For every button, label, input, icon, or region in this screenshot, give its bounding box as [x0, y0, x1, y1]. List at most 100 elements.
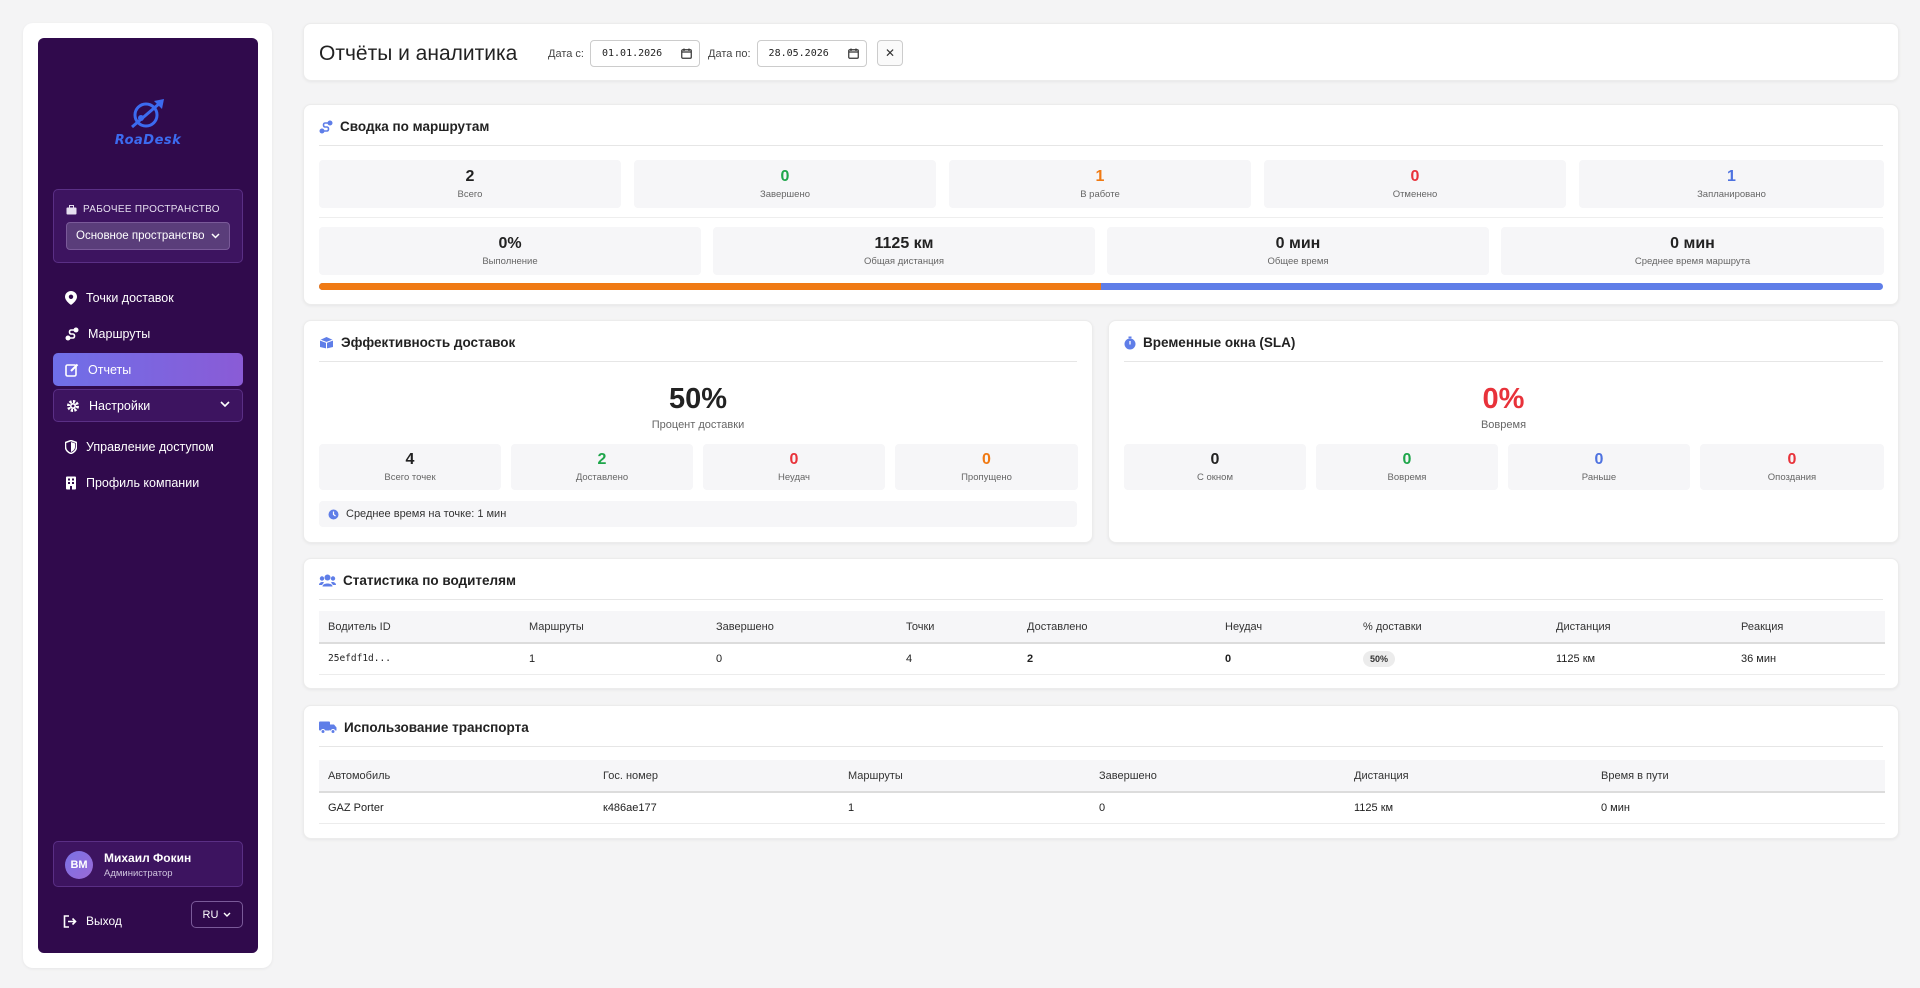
column-header[interactable]: Дистанция: [1345, 760, 1592, 793]
date-from-input[interactable]: 01.01.2026: [589, 40, 700, 67]
sidebar-item-routes[interactable]: Маршруты: [53, 317, 243, 350]
stat-total-points: 4 Всего точек: [319, 444, 501, 490]
stat-delivered: 2 Доставлено: [511, 444, 693, 490]
table-row[interactable]: GAZ Porter к486ае177 1 0 1125 км 0 мин: [319, 792, 1885, 824]
language-select[interactable]: RU: [191, 901, 243, 928]
logout-label: Выход: [86, 914, 122, 928]
calendar-icon: [681, 48, 692, 59]
column-header[interactable]: Водитель ID: [319, 611, 520, 644]
column-header[interactable]: Время в пути: [1592, 760, 1885, 793]
stopwatch-icon: [1124, 336, 1136, 349]
date-to-label: Дата по:: [708, 47, 751, 60]
logo-icon: [131, 99, 164, 129]
logout-button[interactable]: Выход: [63, 914, 122, 928]
column-header[interactable]: Автомобиль: [319, 760, 594, 793]
date-from-value: 01.01.2026: [601, 48, 663, 59]
metric-avg-route-time: 0 мин Среднее время маршрута: [1501, 227, 1884, 275]
user-role: Администратор: [104, 868, 173, 879]
stat-value: 1: [1727, 168, 1736, 185]
sidebar-item-label: Профиль компании: [86, 475, 200, 490]
sidebar-item-delivery-points[interactable]: Точки доставок: [53, 281, 243, 314]
workspace-select[interactable]: Основное пространство: [66, 222, 230, 250]
stat-total-routes: 2 Всего: [319, 160, 621, 208]
table-cell: 1: [520, 643, 707, 675]
metric-label: Выполнение: [482, 256, 538, 267]
sidebar-item-label: Управление доступом: [86, 439, 214, 454]
avg-time-per-point: Среднее время на точке: 1 мин: [319, 501, 1077, 527]
stat-value: 0: [982, 451, 991, 468]
column-header[interactable]: Завершено: [1090, 760, 1345, 793]
sidebar-container: RoaDesk РАБОЧЕЕ ПРОСТРАНСТВО Основное пр…: [23, 23, 272, 968]
table-cell: 1125 км: [1547, 643, 1732, 675]
sidebar-item-company-profile[interactable]: Профиль компании: [53, 466, 243, 499]
transport-usage-title: Использование транспорта: [344, 720, 529, 735]
sidebar-item-access-control[interactable]: Управление доступом: [53, 430, 243, 463]
routes-summary-card: Сводка по маршрутам 2 Всего 0 Завершено …: [303, 104, 1899, 305]
user-card[interactable]: ВМ Михаил Фокин Администратор: [53, 841, 243, 887]
date-to-value: 28.05.2026: [768, 48, 829, 59]
column-header[interactable]: Маршруты: [520, 611, 707, 644]
table-row[interactable]: 25efdf1d... 1 0 4 2 0 50% 1125 км 36 мин: [319, 643, 1885, 675]
column-header[interactable]: Доставлено: [1018, 611, 1216, 644]
box-open-icon: [319, 337, 334, 349]
driver-stats-table: Водитель ID Маршруты Завершено Точки Дос…: [319, 611, 1885, 675]
transport-usage-table: Автомобиль Гос. номер Маршруты Завершено…: [319, 760, 1885, 824]
chevron-down-icon: [211, 233, 220, 239]
page-header: Отчёты и аналитика Дата с: 01.01.2026 Да…: [303, 23, 1899, 81]
routes-progress-bar: [319, 283, 1883, 290]
section-title: Эффективность доставок: [319, 335, 515, 350]
column-header[interactable]: Гос. номер: [594, 760, 839, 793]
stat-value: 0: [1402, 451, 1412, 468]
transport-usage-card: Использование транспорта Автомобиль Гос.…: [303, 705, 1899, 839]
delivery-percent: 50%: [668, 383, 728, 415]
sidebar: RoaDesk РАБОЧЕЕ ПРОСТРАНСТВО Основное пр…: [38, 38, 258, 953]
date-to-input[interactable]: 28.05.2026: [756, 40, 867, 67]
sla-card: Временные окна (SLA) 0% Вовремя 0 С окно…: [1108, 320, 1899, 543]
sidebar-item-reports[interactable]: Отчеты: [53, 353, 243, 386]
sidebar-item-label: Отчеты: [88, 362, 132, 377]
column-header[interactable]: Неудач: [1216, 611, 1354, 644]
calendar-icon: [847, 48, 859, 59]
stat-early: 0 Раньше: [1508, 444, 1690, 490]
briefcase-icon: [66, 204, 77, 214]
column-header[interactable]: Точки: [897, 611, 1018, 644]
column-header[interactable]: Реакция: [1732, 611, 1885, 644]
stat-value: 0: [1594, 451, 1604, 468]
table-cell: 0: [1216, 643, 1354, 675]
stat-value: 0: [1210, 451, 1220, 468]
column-header[interactable]: % доставки: [1354, 611, 1547, 644]
stat-label: Доставлено: [575, 472, 629, 483]
date-to-group: Дата по: 28.05.2026: [708, 40, 867, 67]
avatar: ВМ: [65, 851, 93, 879]
workspace-select-value: Основное пространство: [76, 230, 205, 242]
gear-icon: [67, 399, 79, 412]
driver-stats-title: Статистика по водителям: [343, 573, 516, 588]
divider: [1124, 361, 1883, 362]
column-header[interactable]: Маршруты: [839, 760, 1090, 793]
users-icon: [319, 574, 336, 587]
stat-value: 0: [1410, 168, 1420, 185]
map-pin-icon: [65, 290, 77, 305]
stat-late: 0 Опоздания: [1700, 444, 1884, 490]
stat-completed-routes: 0 Завершено: [634, 160, 936, 208]
sla-title: Временные окна (SLA): [1143, 335, 1296, 350]
avg-time-text: Среднее время на точке: 1 мин: [346, 508, 507, 520]
page-title: Отчёты и аналитика: [319, 42, 518, 65]
column-header[interactable]: Дистанция: [1547, 611, 1732, 644]
sidebar-item-settings[interactable]: Настройки: [53, 389, 243, 422]
app-logo[interactable]: RoaDesk: [38, 93, 258, 148]
stat-in-progress-routes: 1 В работе: [949, 160, 1251, 208]
metric-value: 0 мин: [1275, 235, 1321, 252]
column-header[interactable]: Завершено: [707, 611, 897, 644]
divider: [319, 361, 1077, 362]
stat-on-time: 0 Вовремя: [1316, 444, 1498, 490]
metric-completion: 0% Выполнение: [319, 227, 701, 275]
table-cell: 1: [839, 792, 1090, 824]
clear-dates-button[interactable]: ✕: [877, 40, 903, 66]
metric-value: 0 мин: [1670, 235, 1715, 252]
building-icon: [66, 476, 76, 489]
chevron-down-icon: [223, 912, 231, 917]
table-cell: 0 мин: [1592, 792, 1885, 824]
logo-text: RoaDesk: [114, 133, 182, 148]
stat-with-window: 0 С окном: [1124, 444, 1306, 490]
